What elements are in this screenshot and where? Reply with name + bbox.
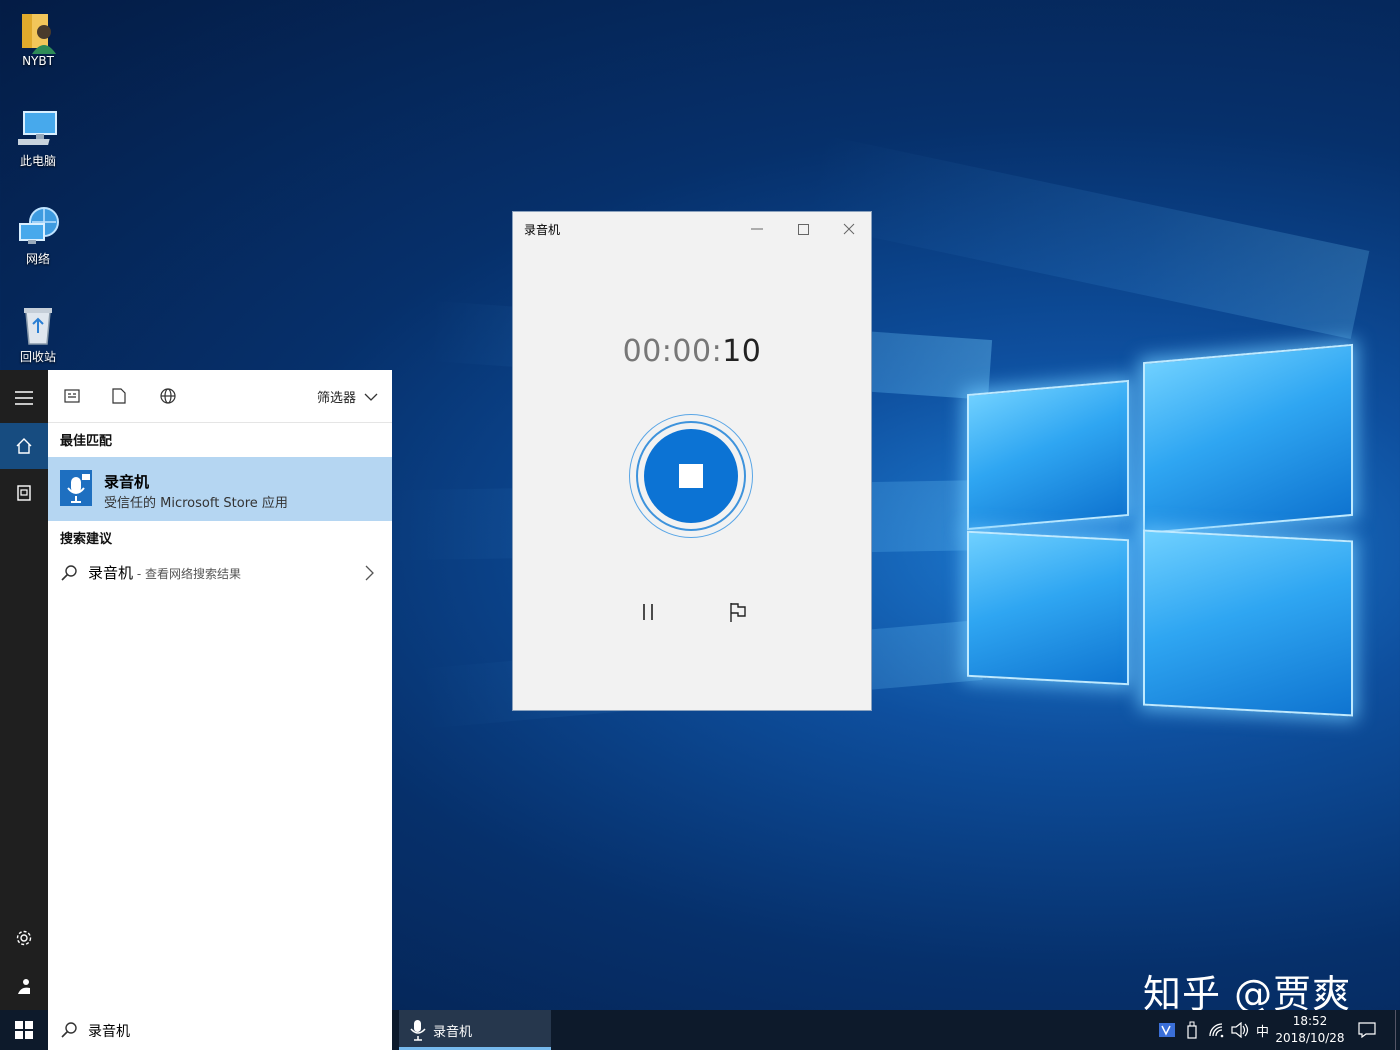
timer-seconds: 10 xyxy=(722,334,762,369)
apps-scope-icon xyxy=(64,389,80,403)
best-match-name: 录音机 xyxy=(104,473,150,491)
desktop-icon-label: 回收站 xyxy=(19,350,56,364)
desktop-icon-label: 此电脑 xyxy=(19,154,56,168)
minimize-icon xyxy=(751,228,763,230)
hamburger-icon xyxy=(15,391,33,405)
tray-volume[interactable] xyxy=(1231,1010,1249,1050)
home-icon xyxy=(16,438,32,454)
documents-scope-button[interactable] xyxy=(106,384,132,408)
tray-input-method-icon xyxy=(1159,1023,1175,1037)
windows-start-icon xyxy=(15,1021,33,1039)
windows-logo-wallpaper xyxy=(965,335,1355,720)
home-button[interactable] xyxy=(0,423,48,469)
desktop-icon-this-pc[interactable]: 此电脑 xyxy=(8,108,68,169)
filter-label: 筛选器 xyxy=(316,391,356,406)
clock-date: 2018/10/28 xyxy=(1275,1031,1345,1045)
desktop-icon-recycle-bin[interactable]: 回收站 xyxy=(8,304,68,365)
start-button[interactable] xyxy=(0,1010,48,1050)
suggestion-text: 录音机 - 查看网络搜索结果 xyxy=(88,562,241,583)
maximize-icon xyxy=(797,223,809,235)
globe-icon xyxy=(160,388,176,404)
computer-icon xyxy=(12,108,58,148)
add-marker-button[interactable] xyxy=(723,597,753,627)
window-title: 录音机 xyxy=(524,223,561,237)
desktop-icon-label: NYBT xyxy=(22,54,54,68)
desktop: NYBT 此电脑 网络 回收站 筛选器 最佳匹配 录音机 受信任的 Micros… xyxy=(0,0,1400,1010)
taskbar: 录音机 中 18:52 2018/10/28 xyxy=(0,1010,1400,1050)
ime-label: 中 xyxy=(1256,1024,1270,1040)
timer-prefix: 00:00: xyxy=(622,334,723,369)
start-menu-rail xyxy=(0,370,48,1010)
voice-recorder-window: 录音机 00:00:10 xyxy=(512,211,872,711)
stop-icon xyxy=(679,464,703,488)
taskbar-app-label: 录音机 xyxy=(433,1025,473,1040)
stop-recording-button[interactable] xyxy=(644,429,738,523)
best-match-result[interactable]: 录音机 受信任的 Microsoft Store 应用 xyxy=(48,457,392,521)
user-icon xyxy=(18,979,30,994)
pause-icon xyxy=(643,604,653,620)
wifi-icon xyxy=(1209,1023,1224,1038)
watermark-text: 知乎 @贾爽 xyxy=(1143,972,1352,1010)
document-icon xyxy=(17,485,31,501)
recycle-bin-icon xyxy=(18,304,58,345)
hamburger-menu-button[interactable] xyxy=(0,375,48,421)
apps-scope-button[interactable] xyxy=(59,384,85,408)
search-icon xyxy=(61,565,77,581)
flag-icon xyxy=(730,603,746,622)
notification-icon xyxy=(1358,1022,1376,1038)
clock-time: 18:52 xyxy=(1292,1014,1328,1028)
volume-icon xyxy=(1231,1022,1249,1038)
search-input[interactable] xyxy=(86,1019,380,1043)
chevron-right-icon xyxy=(365,565,374,581)
light-beam xyxy=(802,134,1370,340)
user-folder-icon xyxy=(18,10,58,54)
tray-app-icon[interactable] xyxy=(1158,1010,1176,1050)
document-scope-icon xyxy=(112,388,126,404)
search-suggestions-heading: 搜索建议 xyxy=(60,532,113,547)
taskbar-search-box[interactable] xyxy=(48,1010,392,1050)
close-icon xyxy=(843,223,855,235)
desktop-icon-network[interactable]: 网络 xyxy=(8,206,68,267)
taskbar-clock[interactable]: 18:52 2018/10/28 xyxy=(1272,1013,1348,1047)
taskbar-app-voice-recorder[interactable]: 录音机 xyxy=(399,1010,551,1050)
filter-dropdown[interactable]: 筛选器 xyxy=(317,387,378,406)
usb-device-icon xyxy=(1187,1021,1197,1039)
best-match-subtitle: 受信任的 Microsoft Store 应用 xyxy=(104,496,288,511)
suggestion-hint: - 查看网络搜索结果 xyxy=(133,567,241,581)
action-center-button[interactable] xyxy=(1358,1010,1376,1050)
tray-ime-indicator[interactable]: 中 xyxy=(1256,1010,1269,1050)
voice-recorder-app-icon xyxy=(60,470,92,506)
web-scope-button[interactable] xyxy=(155,384,181,408)
desktop-icon-label: 网络 xyxy=(25,252,50,266)
web-search-suggestion[interactable]: 录音机 - 查看网络搜索结果 xyxy=(48,554,392,590)
user-account-button[interactable] xyxy=(0,963,48,1009)
microphone-icon xyxy=(410,1020,426,1041)
search-results-panel: 筛选器 最佳匹配 录音机 受信任的 Microsoft Store 应用 搜索建… xyxy=(48,370,392,1010)
close-button[interactable] xyxy=(832,216,866,242)
minimize-button[interactable] xyxy=(740,216,774,242)
best-match-heading: 最佳匹配 xyxy=(60,434,113,449)
search-icon xyxy=(61,1022,77,1038)
desktop-icon-user-folder[interactable]: NYBT xyxy=(8,10,68,68)
show-desktop-button[interactable] xyxy=(1395,1010,1400,1050)
search-scope-toolbar: 筛选器 xyxy=(48,370,392,423)
tray-network[interactable] xyxy=(1208,1010,1226,1050)
pause-button[interactable] xyxy=(633,597,663,627)
chevron-down-icon xyxy=(364,393,378,401)
maximize-button[interactable] xyxy=(786,216,820,242)
network-globe-icon xyxy=(18,206,59,246)
suggestion-name: 录音机 xyxy=(88,564,134,582)
recording-timer: 00:00:10 xyxy=(513,334,871,369)
gear-icon xyxy=(16,930,32,946)
settings-button[interactable] xyxy=(0,915,48,961)
documents-button[interactable] xyxy=(0,470,48,516)
tray-usb-device[interactable] xyxy=(1186,1010,1198,1050)
